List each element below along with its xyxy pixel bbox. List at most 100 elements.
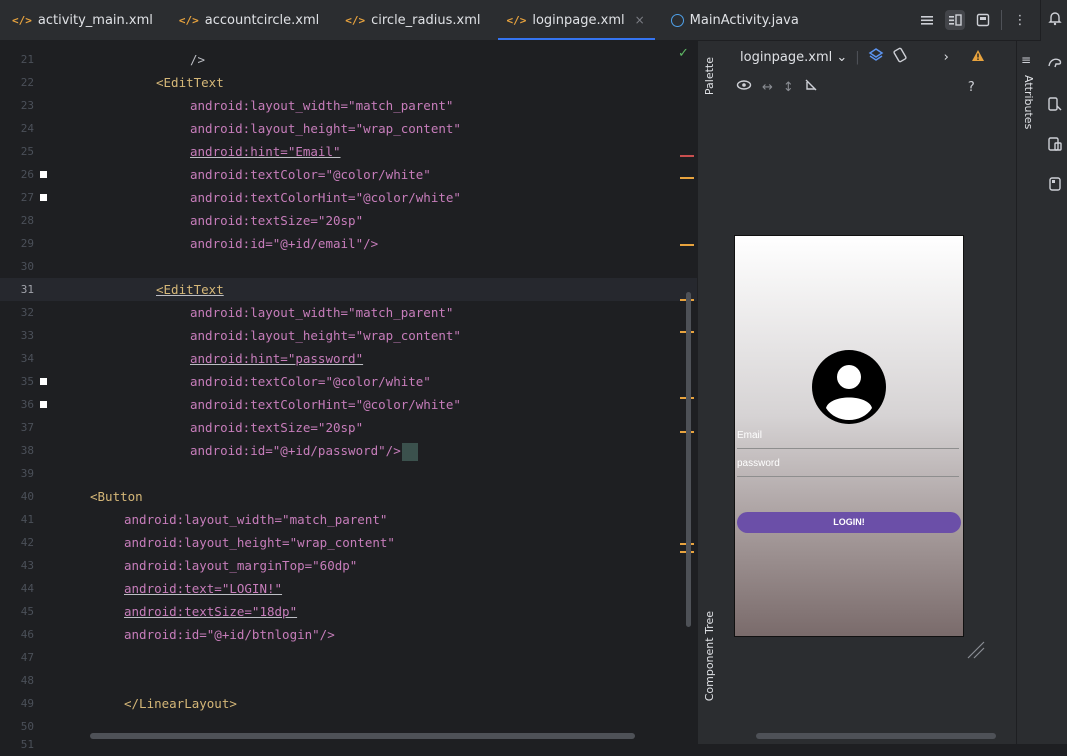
split-view-icon[interactable]: [945, 10, 965, 30]
resize-handle-icon[interactable]: [966, 640, 986, 660]
line-number: 47: [20, 651, 34, 664]
code-line[interactable]: 48: [0, 669, 697, 692]
line-number: 25: [20, 145, 34, 158]
code-line[interactable]: 30: [0, 255, 697, 278]
code-line[interactable]: 24 android:layout_height="wrap_content": [0, 117, 697, 140]
gradle-icon[interactable]: [1047, 54, 1063, 70]
code-line[interactable]: 45 android:textSize="18dp": [0, 600, 697, 623]
color-swatch-icon[interactable]: [40, 194, 47, 201]
vertical-constraint-icon[interactable]: ↕: [783, 80, 794, 95]
code-line[interactable]: 35 android:textColor="@color/white": [0, 370, 697, 393]
code-line[interactable]: 21 />: [0, 48, 697, 71]
layout-file-dropdown[interactable]: loginpage.xml ⌄: [740, 50, 847, 65]
view-options-icon[interactable]: [736, 79, 752, 95]
horizontal-constraint-icon[interactable]: ↔: [762, 80, 773, 95]
component-tree-tab[interactable]: Component Tree: [703, 611, 716, 701]
design-surface-icon[interactable]: [868, 47, 884, 67]
palette-tab[interactable]: Palette: [703, 57, 716, 95]
code-line[interactable]: 49 </LinearLayout>: [0, 692, 697, 715]
running-devices-icon[interactable]: [1047, 176, 1063, 192]
disable-constraints-icon[interactable]: [804, 78, 818, 96]
line-number: 38: [20, 444, 34, 457]
design-horizontal-scrollbar[interactable]: [756, 733, 996, 739]
tab-label: MainActivity.java: [689, 12, 799, 28]
line-number: 32: [20, 306, 34, 319]
code-line[interactable]: 32 android:layout_width="match_parent": [0, 301, 697, 324]
code-line[interactable]: 28 android:textSize="20sp": [0, 209, 697, 232]
warning-marker[interactable]: [680, 177, 694, 179]
code-line[interactable]: 33 android:layout_height="wrap_content": [0, 324, 697, 347]
line-number: 49: [20, 697, 34, 710]
code-text: android:text="LOGIN!": [124, 581, 283, 596]
attributes-settings-icon[interactable]: ≡: [1021, 53, 1031, 67]
layout-preview-screen[interactable]: Email password LOGIN!: [734, 235, 964, 637]
code-text: android:textColor="@color/white": [190, 167, 431, 182]
account-circle-icon: [812, 350, 886, 424]
design-toolbar-secondary: ↔ ↕ ?: [724, 73, 1016, 101]
code-line[interactable]: 34 android:hint="password": [0, 347, 697, 370]
code-line[interactable]: 29 android:id="@+id/email"/>: [0, 232, 697, 255]
line-number: 29: [20, 237, 34, 250]
code-line[interactable]: 43 android:layout_marginTop="60dp": [0, 554, 697, 577]
line-number: 40: [20, 490, 34, 503]
code-line[interactable]: 42 android:layout_height="wrap_content": [0, 531, 697, 554]
code-editor[interactable]: 21 /> 22 <EditText 23 android:layout_width=…: [0, 41, 697, 751]
color-swatch-icon[interactable]: [40, 378, 47, 385]
code-line[interactable]: 40 <Button: [0, 485, 697, 508]
warning-icon[interactable]: [971, 49, 985, 66]
line-number: 39: [20, 467, 34, 480]
code-text: android:hint="password": [190, 351, 364, 366]
emulator-icon[interactable]: [1047, 136, 1063, 152]
code-view-icon[interactable]: [917, 10, 937, 30]
more-options-icon[interactable]: ⋮: [1010, 10, 1030, 30]
code-line[interactable]: 47: [0, 646, 697, 669]
editor-horizontal-scrollbar[interactable]: [90, 733, 635, 739]
warning-marker[interactable]: [680, 244, 694, 246]
code-text: <Button: [90, 489, 143, 504]
code-line[interactable]: 38 android:id="@+id/password"/>: [0, 439, 697, 462]
orientation-icon[interactable]: [892, 47, 908, 67]
code-text: android:textColorHint="@color/white": [190, 397, 461, 412]
palette-side-panel: Palette Component Tree: [697, 41, 725, 744]
code-line[interactable]: 25 android:hint="Email": [0, 140, 697, 163]
code-line[interactable]: 26 android:textColor="@color/white": [0, 163, 697, 186]
design-toolbar: loginpage.xml ⌄ | ›: [724, 41, 1016, 73]
code-text: android:textSize="20sp": [190, 213, 364, 228]
code-line[interactable]: 46 android:id="@+id/btnlogin"/>: [0, 623, 697, 646]
line-number: 41: [20, 513, 34, 526]
code-line[interactable]: 41 android:layout_width="match_parent": [0, 508, 697, 531]
login-preview-button[interactable]: LOGIN!: [737, 512, 961, 533]
code-text: android:id="@+id/btnlogin"/>: [124, 627, 335, 642]
password-preview-field[interactable]: password: [737, 456, 959, 477]
code-line[interactable]: 37 android:textSize="20sp": [0, 416, 697, 439]
line-number: 43: [20, 559, 34, 572]
color-swatch-icon[interactable]: [40, 171, 47, 178]
code-text: android:layout_height="wrap_content": [190, 328, 461, 343]
design-view-icon[interactable]: [973, 10, 993, 30]
code-line-current[interactable]: 31 <EditText: [0, 278, 697, 301]
notifications-icon[interactable]: [1047, 10, 1063, 26]
code-line[interactable]: 39: [0, 462, 697, 485]
code-line[interactable]: 27 android:textColorHint="@color/white": [0, 186, 697, 209]
code-line[interactable]: 44 android:text="LOGIN!": [0, 577, 697, 600]
line-number: 36: [20, 398, 34, 411]
code-line[interactable]: 36 android:textColorHint="@color/white": [0, 393, 697, 416]
attributes-label: Attributes: [1022, 75, 1035, 130]
editor-vertical-scrollbar[interactable]: [686, 292, 691, 627]
error-marker[interactable]: [680, 155, 694, 157]
attributes-tab[interactable]: Attributes: [1022, 75, 1035, 129]
email-preview-field[interactable]: Email: [737, 428, 959, 449]
help-icon[interactable]: ?: [968, 80, 975, 95]
device-manager-icon[interactable]: [1047, 96, 1063, 112]
code-text: <EditText: [156, 75, 224, 90]
code-text: android:layout_width="match_parent": [190, 305, 454, 320]
view-mode-toolbar: ⋮: [917, 0, 1030, 40]
line-number: 28: [20, 214, 34, 227]
line-number: 26: [20, 168, 34, 181]
code-line[interactable]: 22 <EditText: [0, 71, 697, 94]
code-line[interactable]: 23 android:layout_width="match_parent": [0, 94, 697, 117]
color-swatch-icon[interactable]: [40, 401, 47, 408]
chevron-right-icon[interactable]: ›: [944, 50, 949, 65]
attributes-side-panel: ≡ Attributes: [1016, 41, 1041, 744]
line-number: 37: [20, 421, 34, 434]
